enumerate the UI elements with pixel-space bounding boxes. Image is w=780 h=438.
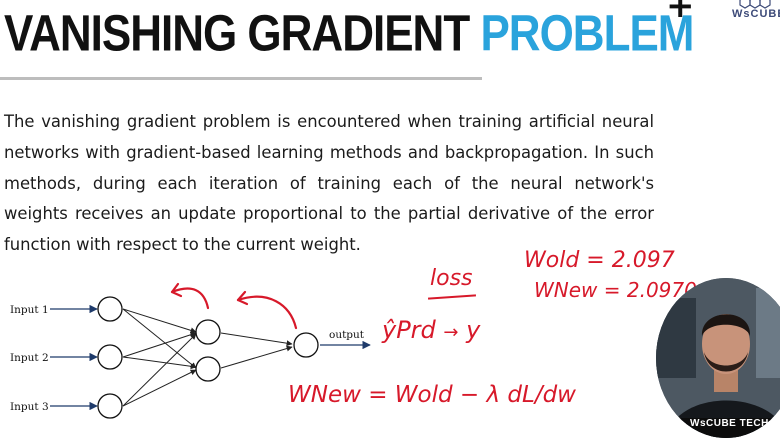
input-node-3 bbox=[97, 393, 123, 419]
y-pred-label: ŷPrd bbox=[382, 316, 436, 344]
hidden-node-1 bbox=[195, 319, 221, 345]
presenter-avatar-icon bbox=[656, 278, 780, 438]
output-label: output bbox=[329, 329, 365, 341]
backprop-arrow-left bbox=[170, 287, 210, 310]
prediction-annotation: ŷPrd → y bbox=[382, 316, 480, 344]
page-title: VANISHING GRADIENT PROBLEM bbox=[4, 2, 694, 66]
y-true-label: y bbox=[466, 316, 481, 344]
output-node bbox=[293, 332, 319, 358]
input-node-2 bbox=[97, 344, 123, 370]
title-accent: PROBLEM bbox=[480, 5, 694, 62]
brand-logo-text: WsCUBE bbox=[732, 8, 780, 20]
w-old-value: Wold = 2.097 bbox=[524, 248, 675, 273]
input-label-2: Input 2 bbox=[10, 352, 49, 364]
presenter-webcam bbox=[656, 278, 780, 438]
input-node-1 bbox=[97, 296, 123, 322]
input-label-1: Input 1 bbox=[10, 304, 49, 316]
hidden-node-2 bbox=[195, 356, 221, 382]
hidden-output-connections bbox=[220, 332, 293, 369]
input-hidden-connections bbox=[122, 308, 197, 407]
arrow-icon: → bbox=[443, 322, 459, 343]
title-divider bbox=[0, 77, 482, 80]
weight-update-formula: WNew = Wold − λ dL/dw bbox=[288, 382, 576, 408]
title-main: VANISHING GRADIENT bbox=[4, 5, 470, 62]
definition-paragraph: The vanishing gradient problem is encoun… bbox=[4, 112, 654, 255]
plus-icon: + bbox=[666, 0, 695, 26]
backprop-arrow-right bbox=[236, 295, 298, 330]
input-label-3: Input 3 bbox=[10, 401, 49, 413]
loss-annotation: loss bbox=[430, 266, 473, 291]
webcam-banner: WsCUBE TECH bbox=[690, 418, 769, 429]
